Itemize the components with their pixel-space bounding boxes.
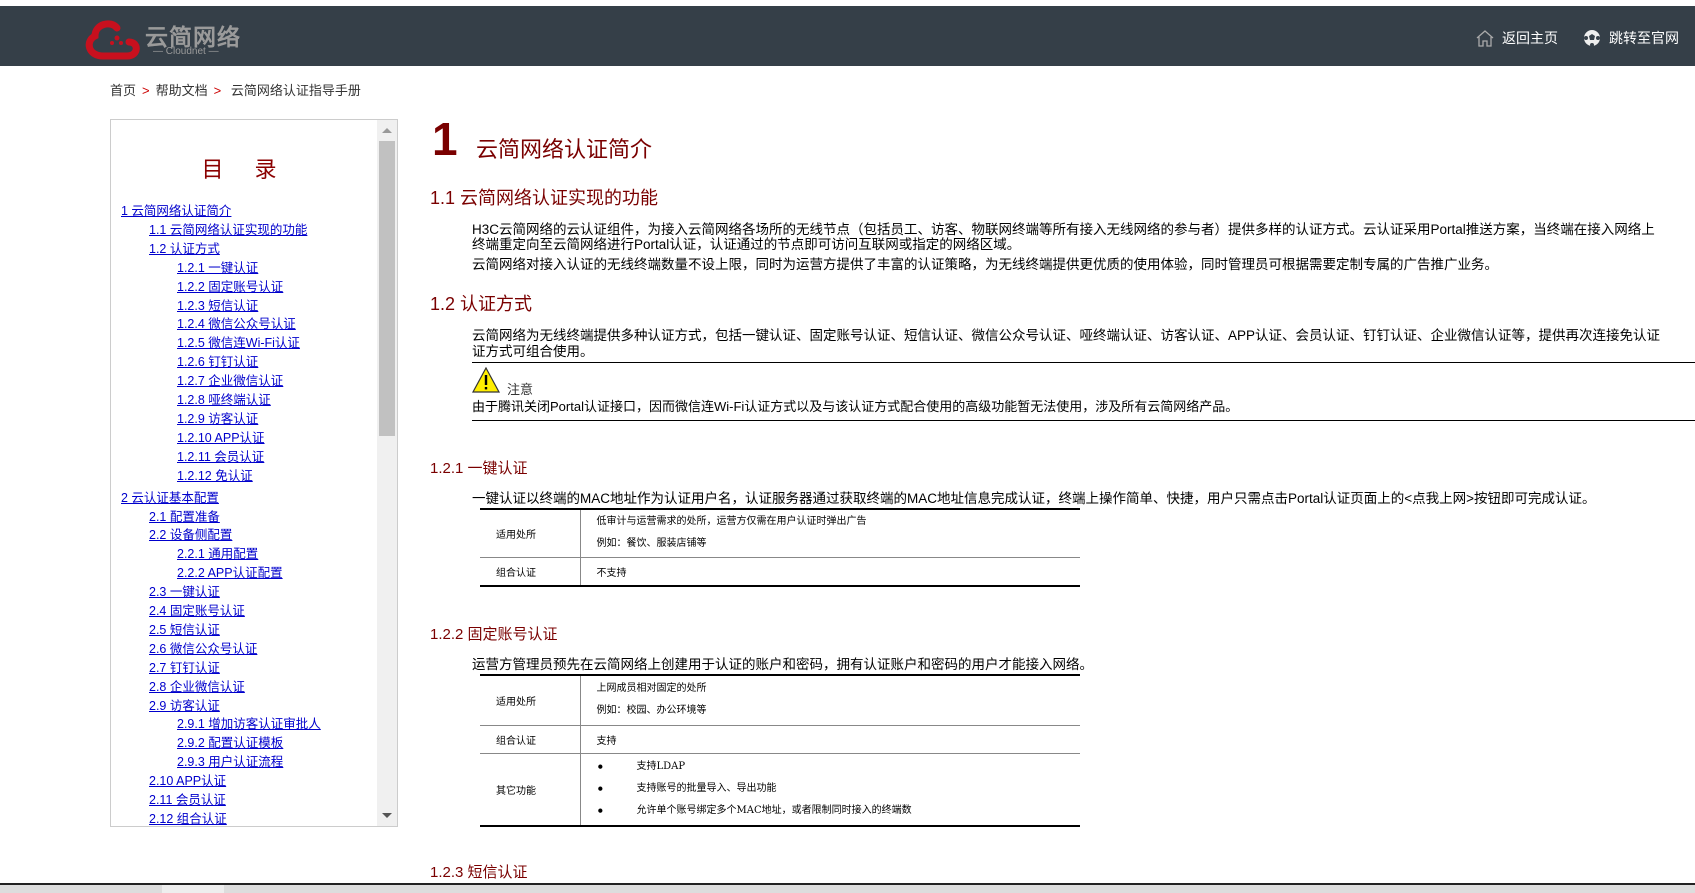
table-value: 上网成员相对固定的处所: [596, 683, 707, 695]
toc-link[interactable]: 2.9 访客认证: [121, 697, 321, 716]
paragraph: 云简网络对接入认证的无线终端数量不设上限，同时为运营方提供了丰富的认证策略，为无…: [472, 257, 1498, 272]
breadcrumb: 首页 > 帮助文档 > 云简网络认证指导手册: [110, 80, 361, 99]
toc-link[interactable]: 1.2.6 钉钉认证: [121, 353, 321, 372]
toc-link[interactable]: 1.2.5 微信连Wi-Fi认证: [121, 334, 321, 353]
document-content: 1 云简网络认证简介 1.1 云简网络认证实现的功能 H3C云简网络的云认证组件…: [430, 0, 1695, 883]
note-label: 注意: [507, 382, 534, 397]
section-heading-1-2-1: 1.2.1 一键认证: [430, 460, 528, 477]
toc-link[interactable]: 1.2 认证方式: [121, 240, 321, 259]
toc-title: 目 录: [201, 158, 289, 183]
toc-link[interactable]: 1.2.2 固定账号认证: [121, 278, 321, 297]
toc-link[interactable]: 2.3 一键认证: [121, 583, 321, 602]
table-value: 支持: [580, 725, 1080, 754]
toc-link[interactable]: 2.1 配置准备: [121, 508, 321, 527]
info-table: 适用处所 上网成员相对固定的处所 例如：校园、办公环境等 组合认证 支持 其它功能 •…: [480, 674, 1080, 827]
toc-link[interactable]: 2.11 会员认证: [121, 791, 321, 810]
bullet-icon: •: [596, 804, 605, 819]
paragraph: 云简网络为无线终端提供多种认证方式，包括一键认证、固定账号认证、短信认证、微信公…: [472, 328, 1661, 343]
list-item: • 支持账号的批量导入、导出功能: [597, 778, 1065, 800]
scroll-up-arrow-icon[interactable]: [382, 128, 392, 133]
toc-link[interactable]: 2.2 设备侧配置: [121, 526, 321, 545]
chapter-number: 1: [432, 113, 458, 165]
toc-list: 1 云简网络认证简介 1.1 云简网络认证实现的功能 1.2 认证方式 1.2.1 一…: [121, 202, 321, 826]
horizontal-scrollbar[interactable]: [0, 883, 1695, 893]
chevron-right-icon: >: [213, 83, 222, 98]
paragraph: H3C云简网络的云认证组件，为接入云简网络各场所的无线节点（包括员工、访客、物联…: [472, 222, 1655, 237]
toc-link[interactable]: 1.2.11 会员认证: [121, 448, 321, 467]
toc-link[interactable]: 1.2.8 哑终端认证: [121, 391, 321, 410]
toc-link[interactable]: 2.10 APP认证: [121, 772, 321, 791]
bullet-icon: •: [596, 760, 605, 775]
toc-link[interactable]: 2.7 钉钉认证: [121, 659, 321, 678]
toc-link[interactable]: 2.12 组合认证: [121, 810, 321, 826]
chevron-right-icon: >: [142, 83, 150, 98]
paragraph: 运营方管理员预先在云简网络上创建用于认证的账户和密码，拥有认证账户和密码的用户才…: [472, 657, 1093, 672]
toc-link[interactable]: 1.2.7 企业微信认证: [121, 372, 321, 391]
breadcrumb-help-docs[interactable]: 帮助文档: [156, 83, 208, 98]
table-of-contents: 目 录 1 云简网络认证简介 1.1 云简网络认证实现的功能 1.2 认证方式 1.2…: [110, 119, 398, 827]
toc-link[interactable]: 1.2.3 短信认证: [121, 297, 321, 316]
toc-link[interactable]: 1.2.4 微信公众号认证: [121, 315, 321, 334]
divider: [472, 362, 1695, 363]
toc-link[interactable]: 2.8 企业微信认证: [121, 678, 321, 697]
section-heading-1-1: 1.1 云简网络认证实现的功能: [430, 188, 659, 208]
toc-link[interactable]: 2.5 短信认证: [121, 621, 321, 640]
bullet-icon: •: [596, 782, 605, 797]
toc-link[interactable]: 1.2.12 免认证: [121, 467, 321, 486]
warning-icon: [472, 367, 500, 393]
toc-link[interactable]: 2.2.2 APP认证配置: [121, 564, 321, 583]
section-heading-1-2-3: 1.2.3 短信认证: [430, 864, 528, 881]
toc-link[interactable]: 1.2.10 APP认证: [121, 429, 321, 448]
note-text: 由于腾讯关闭Portal认证接口，因而微信连Wi-Fi认证方式以及与该认证方式配…: [472, 399, 1239, 414]
scrollbar-thumb[interactable]: [162, 885, 224, 893]
divider: [472, 420, 1695, 421]
toc-scrollbar[interactable]: [377, 120, 397, 826]
toc-link[interactable]: 1.1 云简网络认证实现的功能: [121, 221, 321, 240]
toc-link[interactable]: 2.4 固定账号认证: [121, 602, 321, 621]
info-table: 适用处所 低审计与运营需求的处所，运营方仅需在用户认证时弹出广告 例如：餐饮、服装店…: [480, 508, 1080, 587]
table-key: 组合认证: [480, 557, 581, 587]
paragraph: 证方式可组合使用。: [472, 344, 594, 359]
table-key: 适用处所: [480, 675, 581, 726]
paragraph: 一键认证以终端的MAC地址作为认证用户名，认证服务器通过获取终端的MAC地址信息…: [472, 491, 1596, 506]
toc-link[interactable]: 2.9.2 配置认证模板: [121, 734, 321, 753]
list-item: • 允许单个账号绑定多个MAC地址，或者限制同时接入的终端数: [597, 800, 1065, 822]
paragraph: 终端重定向至云简网络进行Portal认证，认证通过的节点即可访问互联网或指定的网…: [472, 237, 1021, 252]
table-value: 例如：校园、办公环境等: [596, 705, 707, 717]
cloudnet-logo[interactable]: 云简网络 — Cloudnet —: [83, 16, 243, 61]
toc-link[interactable]: 1.2.1 一键认证: [121, 259, 321, 278]
toc-link[interactable]: 2.2.1 通用配置: [121, 545, 321, 564]
scroll-down-arrow-icon[interactable]: [382, 813, 392, 818]
toc-link[interactable]: 1.2.9 访客认证: [121, 410, 321, 429]
table-value: 例如：餐饮、服装店铺等: [596, 538, 707, 550]
table-key: 适用处所: [480, 509, 581, 558]
toc-link[interactable]: 2 云认证基本配置: [121, 489, 321, 508]
breadcrumb-home[interactable]: 首页: [110, 83, 136, 98]
table-value: 不支持: [580, 557, 1080, 587]
breadcrumb-current: 云简网络认证指导手册: [230, 83, 361, 98]
list-item: • 支持LDAP: [597, 756, 1065, 778]
section-heading-1-2-2: 1.2.2 固定账号认证: [430, 626, 558, 643]
logo-subtext: — Cloudnet —: [153, 46, 219, 57]
toc-link[interactable]: 1 云简网络认证简介: [121, 202, 321, 221]
toc-link[interactable]: 2.9.3 用户认证流程: [121, 753, 321, 772]
table-key: 组合认证: [480, 725, 581, 754]
toc-link[interactable]: 2.6 微信公众号认证: [121, 640, 321, 659]
table-key: 其它功能: [480, 753, 581, 827]
cloud-logo-icon: [85, 20, 140, 60]
section-heading-1-2: 1.2 认证方式: [430, 294, 533, 314]
chapter-title: 云简网络认证简介: [476, 138, 653, 163]
table-value: 低审计与运营需求的处所，运营方仅需在用户认证时弹出广告: [596, 516, 867, 528]
toc-link[interactable]: 2.9.1 增加访客认证审批人: [121, 715, 321, 734]
scrollbar-thumb[interactable]: [379, 141, 395, 436]
